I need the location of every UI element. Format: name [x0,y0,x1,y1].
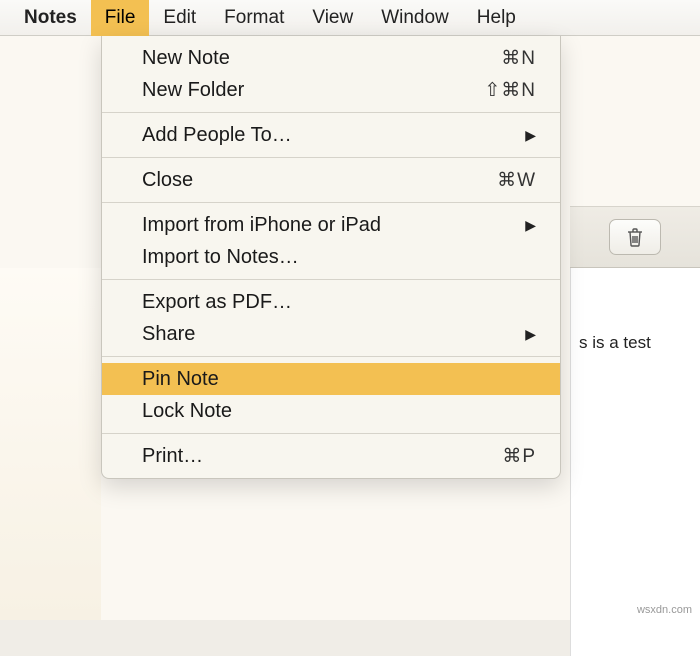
menu-shortcut: ⌘P [502,445,536,468]
menu-item-print[interactable]: Print… ⌘P [102,440,560,472]
note-content[interactable]: s is a test [570,268,700,656]
menu-label: Lock Note [142,400,536,423]
note-text-fragment: s is a test [579,333,651,353]
submenu-arrow-icon: ▶ [525,127,536,144]
app-name[interactable]: Notes [10,0,91,36]
menu-shortcut: ⌘W [497,169,536,192]
menu-label: Close [142,169,497,192]
menu-label: Pin Note [142,368,536,391]
menu-item-add-people[interactable]: Add People To… ▶ [102,119,560,151]
menu-separator [102,279,560,280]
menu-item-lock-note[interactable]: Lock Note [102,395,560,427]
menu-label: Import from iPhone or iPad [142,214,525,237]
menu-item-new-folder[interactable]: New Folder ⇧⌘N [102,74,560,106]
menu-file[interactable]: File [91,0,150,36]
menu-item-export-pdf[interactable]: Export as PDF… [102,286,560,318]
menu-view[interactable]: View [298,0,367,36]
watermark: wsxdn.com [637,604,692,616]
menu-item-close[interactable]: Close ⌘W [102,164,560,196]
file-dropdown: New Note ⌘N New Folder ⇧⌘N Add People To… [101,36,561,479]
menu-format[interactable]: Format [210,0,298,36]
menu-separator [102,202,560,203]
menu-item-new-note[interactable]: New Note ⌘N [102,42,560,74]
menu-shortcut: ⌘N [501,47,536,70]
menu-label: Share [142,323,525,346]
menu-label: Import to Notes… [142,246,536,269]
sidebar-peek [0,268,101,620]
menu-edit[interactable]: Edit [149,0,210,36]
menu-separator [102,356,560,357]
menu-item-import-device[interactable]: Import from iPhone or iPad ▶ [102,209,560,241]
menu-item-share[interactable]: Share ▶ [102,318,560,350]
toolbar [570,206,700,268]
menu-separator [102,112,560,113]
menu-item-pin-note[interactable]: Pin Note [102,363,560,395]
menu-shortcut: ⇧⌘N [484,79,536,102]
menu-help[interactable]: Help [463,0,530,36]
menu-label: New Note [142,47,501,70]
menu-label: New Folder [142,79,484,102]
menubar: Notes File Edit Format View Window Help [0,0,700,36]
menu-window[interactable]: Window [367,0,463,36]
menu-label: Export as PDF… [142,291,536,314]
trash-button[interactable] [609,219,661,255]
trash-icon [625,226,645,248]
menu-label: Print… [142,445,502,468]
menu-separator [102,157,560,158]
menu-item-import-notes[interactable]: Import to Notes… [102,241,560,273]
menu-separator [102,433,560,434]
submenu-arrow-icon: ▶ [525,217,536,234]
submenu-arrow-icon: ▶ [525,326,536,343]
menu-label: Add People To… [142,124,525,147]
